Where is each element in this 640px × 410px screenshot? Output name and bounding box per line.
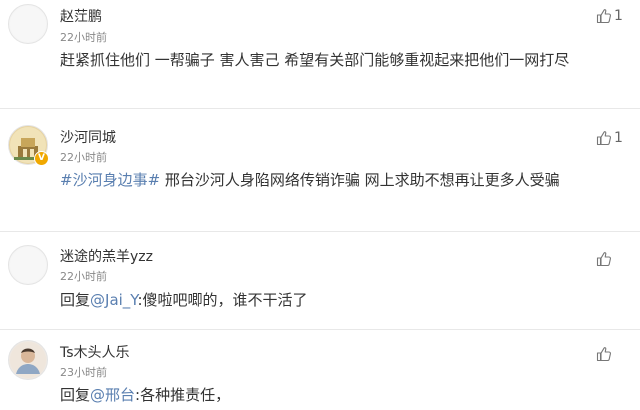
hashtag-link[interactable]: #沙河身边事# [60, 171, 160, 189]
commenter-name[interactable]: 沙河同城 [60, 127, 116, 147]
commenter-name[interactable]: 赵茳鹏 [60, 6, 102, 26]
like-count: 1 [614, 8, 623, 24]
thumbs-up-icon [596, 347, 611, 362]
comment-body: :各种推责任， [135, 386, 231, 404]
mention-link[interactable]: @Jai_Y [90, 291, 137, 309]
comment-body: :傻啦吧唧的，谁不干活了 [137, 291, 308, 309]
like-button[interactable] [596, 344, 628, 364]
comment-item: 迷途的羔羊yzz 22小时前 回复@Jai_Y:傻啦吧唧的，谁不干活了 [0, 232, 640, 330]
comment-item: V 沙河同城 22小时前 #沙河身边事# 邢台沙河人身陷网络传销诈骗 网上求助不… [0, 109, 640, 232]
avatar[interactable] [8, 340, 48, 380]
like-button[interactable]: 1 [596, 128, 628, 148]
reply-prefix: 回复 [60, 386, 91, 404]
reply-prefix: 回复 [60, 291, 91, 309]
comment-text: 赶紧抓住他们 一帮骗子 害人害己 希望有关部门能够重视起来把他们一网打尽 [60, 51, 570, 69]
comment-item: 赵茳鹏 22小时前 赶紧抓住他们 一帮骗子 害人害己 希望有关部门能够重视起来把… [0, 0, 640, 109]
like-count: 1 [614, 130, 623, 146]
comment-time: 22小时前 [60, 31, 107, 44]
like-button[interactable] [596, 249, 628, 269]
default-avatar-icon [10, 6, 46, 42]
verified-badge: V [34, 151, 49, 166]
comment-time: 23小时前 [60, 366, 107, 379]
comment-text: 回复@Jai_Y:傻啦吧唧的，谁不干活了 [60, 288, 628, 313]
like-button[interactable]: 1 [596, 6, 628, 26]
mention-link[interactable]: @邢台 [90, 386, 135, 404]
avatar[interactable] [8, 245, 48, 285]
thumbs-up-icon [596, 252, 611, 267]
thumbs-up-icon [596, 9, 611, 24]
comment-time: 22小时前 [60, 151, 107, 164]
avatar[interactable]: V [8, 125, 49, 166]
thumbs-up-icon [596, 131, 611, 146]
commenter-name[interactable]: Ts木头人乐 [60, 342, 130, 362]
avatar[interactable] [8, 4, 48, 44]
user-photo-avatar-icon [10, 342, 46, 378]
comment-text: #沙河身边事# 邢台沙河人身陷网络传销诈骗 网上求助不想再让更多人受骗 [60, 168, 628, 193]
default-avatar-icon [10, 247, 46, 283]
comment-text: 回复@邢台:各种推责任， [60, 383, 628, 408]
comment-item: Ts木头人乐 23小时前 回复@邢台:各种推责任， [0, 330, 640, 410]
commenter-name[interactable]: 迷途的羔羊yzz [60, 246, 153, 266]
comment-time: 22小时前 [60, 270, 107, 283]
comment-body: 邢台沙河人身陷网络传销诈骗 网上求助不想再让更多人受骗 [160, 171, 560, 189]
